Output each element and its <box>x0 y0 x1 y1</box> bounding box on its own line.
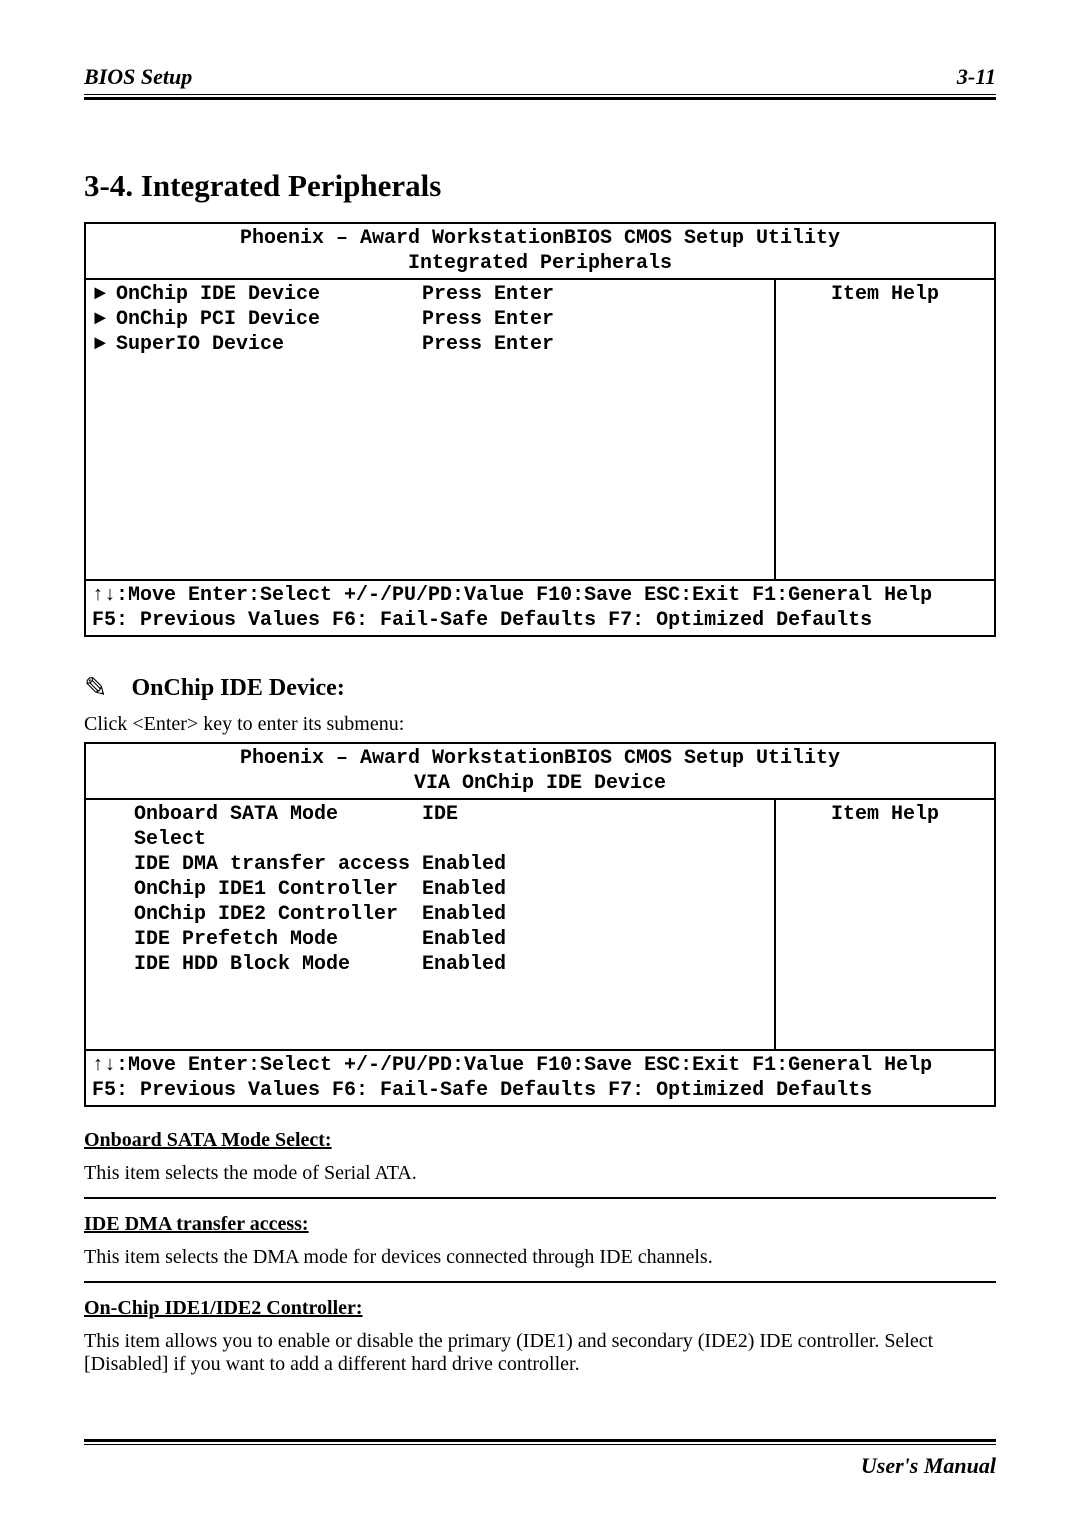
option-text: This item selects the mode of Serial ATA… <box>84 1162 996 1185</box>
menu-item-value: IDE <box>422 802 766 852</box>
bios1-title-line2: Integrated Peripherals <box>92 251 988 276</box>
bios1-main-panel: ► OnChip IDE Device Press Enter ► OnChip… <box>85 279 775 580</box>
menu-item-label: OnChip IDE1 Controller <box>134 877 422 902</box>
sub-heading-text: OnChip IDE Device: <box>131 675 344 702</box>
bios2-footer: ↑↓:Move Enter:Select +/-/PU/PD:Value F10… <box>85 1050 995 1106</box>
hand-pointer-icon: ✎ <box>84 671 107 705</box>
submenu-arrow-icon: ► <box>94 307 116 332</box>
option-text: This item allows you to enable or disabl… <box>84 1330 996 1376</box>
submenu-arrow-icon: ► <box>94 282 116 307</box>
bios2-menu-item[interactable]: IDE Prefetch Mode Enabled <box>94 927 766 952</box>
menu-item-label: IDE Prefetch Mode <box>134 927 422 952</box>
bios2-menu-item[interactable]: IDE DMA transfer access Enabled <box>94 852 766 877</box>
bios2-footer-line1: ↑↓:Move Enter:Select +/-/PU/PD:Value F10… <box>92 1053 988 1078</box>
option-block: IDE DMA transfer access: This item selec… <box>84 1213 996 1269</box>
menu-item-value: Enabled <box>422 902 766 927</box>
menu-item-label: OnChip IDE2 Controller <box>134 902 422 927</box>
bios1-footer: ↑↓:Move Enter:Select +/-/PU/PD:Value F10… <box>85 580 995 636</box>
bios2-menu-item[interactable]: OnChip IDE2 Controller Enabled <box>94 902 766 927</box>
bios1-help-panel: Item Help <box>775 279 995 580</box>
bios2-title-line2: VIA OnChip IDE Device <box>92 771 988 796</box>
page-header: BIOS Setup 3-11 <box>84 64 996 94</box>
bios2-footer-line2: F5: Previous Values F6: Fail-Safe Defaul… <box>92 1078 988 1103</box>
bios2-menu-item[interactable]: Onboard SATA Mode Select IDE <box>94 802 766 852</box>
bios2-main-panel: Onboard SATA Mode Select IDE IDE DMA tra… <box>85 799 775 1050</box>
menu-item-label: SuperIO Device <box>116 332 422 357</box>
bios1-title-line1: Phoenix – Award WorkstationBIOS CMOS Set… <box>92 226 988 251</box>
bios1-menu-item[interactable]: ► SuperIO Device Press Enter <box>94 332 766 357</box>
menu-item-value: Press Enter <box>422 307 766 332</box>
menu-item-label: IDE HDD Block Mode <box>134 952 422 977</box>
header-rule-thick <box>84 97 996 100</box>
divider <box>84 1197 996 1199</box>
bios2-menu-item[interactable]: IDE HDD Block Mode Enabled <box>94 952 766 977</box>
bios1-footer-line1: ↑↓:Move Enter:Select +/-/PU/PD:Value F10… <box>92 583 988 608</box>
bios2-title-line1: Phoenix – Award WorkstationBIOS CMOS Set… <box>92 746 988 771</box>
option-block: Onboard SATA Mode Select: This item sele… <box>84 1129 996 1185</box>
item-help-label: Item Help <box>784 802 986 827</box>
bios2-help-panel: Item Help <box>775 799 995 1050</box>
bios1-footer-line2: F5: Previous Values F6: Fail-Safe Defaul… <box>92 608 988 633</box>
menu-item-label: OnChip IDE Device <box>116 282 422 307</box>
menu-item-value: Enabled <box>422 952 766 977</box>
menu-item-value: Enabled <box>422 877 766 902</box>
menu-item-label: IDE DMA transfer access <box>134 852 422 877</box>
bios1-menu-item[interactable]: ► OnChip IDE Device Press Enter <box>94 282 766 307</box>
bios2-menu-item[interactable]: OnChip IDE1 Controller Enabled <box>94 877 766 902</box>
option-heading: IDE DMA transfer access: <box>84 1213 996 1236</box>
menu-item-value: Enabled <box>422 927 766 952</box>
menu-item-value: Enabled <box>422 852 766 877</box>
option-heading: On-Chip IDE1/IDE2 Controller: <box>84 1297 996 1320</box>
header-rule-thin <box>84 94 996 95</box>
item-help-label: Item Help <box>784 282 986 307</box>
header-left: BIOS Setup <box>84 64 192 90</box>
bios-screen-onchip-ide: Phoenix – Award WorkstationBIOS CMOS Set… <box>84 742 996 1107</box>
footer-rule <box>84 1437 996 1445</box>
submenu-arrow-icon: ► <box>94 332 116 357</box>
option-heading: Onboard SATA Mode Select: <box>84 1129 996 1152</box>
header-right: 3-11 <box>957 64 996 90</box>
menu-item-value: Press Enter <box>422 282 766 307</box>
bios1-menu-item[interactable]: ► OnChip PCI Device Press Enter <box>94 307 766 332</box>
divider <box>84 1281 996 1283</box>
bios-screen-integrated-peripherals: Phoenix – Award WorkstationBIOS CMOS Set… <box>84 222 996 637</box>
page-footer: User's Manual <box>861 1453 996 1479</box>
menu-item-value: Press Enter <box>422 332 766 357</box>
sub-intro-text: Click <Enter> key to enter its submenu: <box>84 713 996 736</box>
sub-heading: ✎ OnChip IDE Device: <box>84 671 996 705</box>
menu-item-label: Onboard SATA Mode Select <box>134 802 422 852</box>
option-block: On-Chip IDE1/IDE2 Controller: This item … <box>84 1297 996 1376</box>
section-title: 3-4. Integrated Peripherals <box>84 168 996 204</box>
option-text: This item selects the DMA mode for devic… <box>84 1246 996 1269</box>
menu-item-label: OnChip PCI Device <box>116 307 422 332</box>
